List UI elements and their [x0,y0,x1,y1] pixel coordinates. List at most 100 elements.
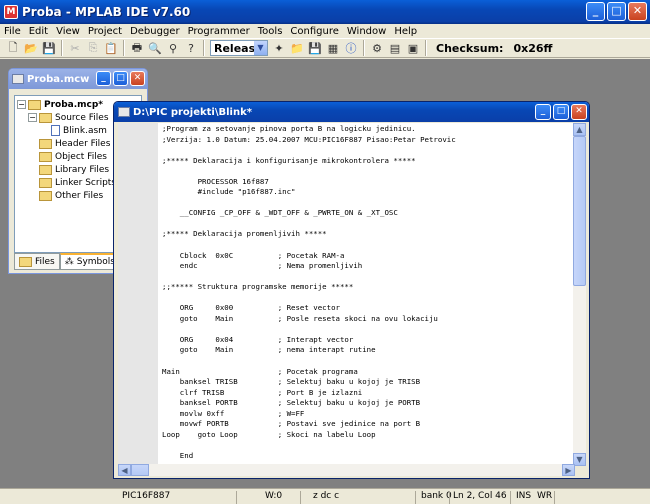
code-line[interactable]: End [162,451,456,462]
code-line[interactable] [162,219,456,230]
code-line[interactable] [162,440,456,451]
maximize-button[interactable]: □ [607,2,626,21]
code-editor[interactable]: ;Program za setovanje pinova porta B na … [118,123,575,466]
memory-icon[interactable]: ▤ [387,40,403,56]
tab-files[interactable]: Files [14,253,60,270]
code-line[interactable] [162,272,456,283]
copy-icon[interactable]: ⎘ [85,40,101,56]
open-folder-icon[interactable]: 📂 [23,40,39,56]
watch-icon[interactable]: ▣ [405,40,421,56]
menu-view[interactable]: View [52,26,84,37]
code-line[interactable]: Loop goto Loop ; Skoci na labelu Loop [162,430,456,441]
menu-window[interactable]: Window [343,26,390,37]
folder-icon [39,151,52,162]
chevron-down-icon[interactable]: ▼ [254,41,267,55]
code-line[interactable] [162,324,456,335]
scroll-left-icon[interactable]: ◀ [118,464,131,476]
paste-icon[interactable]: 📋 [103,40,119,56]
code-line[interactable]: clrf TRISB ; Port B je izlazni [162,388,456,399]
code-line[interactable] [162,145,456,156]
folder-icon [28,99,41,110]
horizontal-scroll-thumb[interactable] [131,464,149,476]
editor-gutter [118,123,158,466]
code-line[interactable] [162,240,456,251]
code-line[interactable]: goto Main ; Posle reseta skoci na ovu lo… [162,314,456,325]
checksum-label: Checksum: [436,41,504,55]
tab-symbols[interactable]: ⁂ Symbols [59,253,120,270]
new-project-icon[interactable]: ✦ [271,40,287,56]
vertical-scrollbar[interactable]: ▲ ▼ [573,123,586,466]
find-icon[interactable]: 🔍 [147,40,163,56]
menu-file[interactable]: File [0,26,25,37]
editor-maximize-button[interactable]: □ [553,104,569,120]
menu-tools[interactable]: Tools [254,26,287,37]
menu-debugger[interactable]: Debugger [126,26,184,37]
menubar: File Edit View Project Debugger Programm… [0,24,650,38]
menu-project[interactable]: Project [84,26,126,37]
editor-minimize-button[interactable]: _ [535,104,551,120]
code-line[interactable]: ORG 0x04 ; Interapt vector [162,335,456,346]
code-line[interactable]: banksel PORTB ; Selektuj baku u kojoj je… [162,398,456,409]
build-config-select[interactable]: Release ▼ [210,40,268,56]
code-line[interactable]: endc ; Nema promenljivih [162,261,456,272]
tree-item-label: Library Files [55,164,110,175]
app-titlebar[interactable]: M Proba - MPLAB IDE v7.60 _ □ ✕ [0,0,650,24]
code-line[interactable] [162,198,456,209]
code-line[interactable]: __CONFIG _CP_OFF & _WDT_OFF & _PWRTE_ON … [162,208,456,219]
horizontal-scrollbar[interactable]: ◀ ▶ [118,464,575,476]
vertical-scroll-thumb[interactable] [573,136,586,286]
editor-titlebar[interactable]: D:\PIC projekti\Blink* [114,102,589,122]
code-line[interactable]: Cblock 0x0C ; Pocetak RAM-a [162,251,456,262]
scroll-right-icon[interactable]: ▶ [562,464,575,476]
status-cursor-position: Ln 2, Col 46 [453,491,507,501]
menu-programmer[interactable]: Programmer [184,26,254,37]
folder-icon [19,256,32,267]
project-close-button[interactable]: ✕ [130,71,145,86]
save-project-icon[interactable]: 💾 [307,40,323,56]
make-icon[interactable]: ⚙ [369,40,385,56]
save-icon[interactable]: 💾 [41,40,57,56]
checksum-value: 0x26ff [513,41,553,55]
project-maximize-button[interactable]: □ [113,71,128,86]
source-code[interactable]: ;Program za setovanje pinova porta B na … [162,124,456,462]
code-line[interactable]: ;Verzija: 1.0 Datum: 25.04.2007 MCU:PIC1… [162,135,456,146]
code-line[interactable] [162,293,456,304]
code-line[interactable]: ;Program za setovanje pinova porta B na … [162,124,456,135]
code-line[interactable]: Main ; Pocetak programa [162,367,456,378]
code-line[interactable]: movlw 0xff ; W=FF [162,409,456,420]
editor-window[interactable]: D:\PIC projekti\Blink* _ □ ✕ ;Program za… [113,101,590,479]
tree-item-label: Other Files [55,190,104,201]
code-line[interactable]: goto Main ; nema interapt rutine [162,345,456,356]
code-line[interactable]: banksel TRISB ; Selektuj baku u kojoj je… [162,377,456,388]
code-line[interactable]: PROCESSOR 16f887 [162,177,456,188]
code-line[interactable]: ;***** Deklaracija i konfigurisanje mikr… [162,156,456,167]
editor-close-button[interactable]: ✕ [571,104,587,120]
code-line[interactable]: movwf PORTB ; Postavi sve jedinice na po… [162,419,456,430]
info-icon[interactable]: ⓘ [343,40,359,56]
menu-edit[interactable]: Edit [25,26,52,37]
status-w-register: W:0 [265,491,283,501]
help-icon[interactable]: ? [183,40,199,56]
tree-item-label: Object Files [55,151,107,162]
cut-icon[interactable]: ✂ [67,40,83,56]
minimize-button[interactable]: _ [586,2,605,21]
collapse-icon[interactable]: − [28,113,37,122]
code-line[interactable]: #include "p16f887.inc" [162,187,456,198]
project-minimize-button[interactable]: _ [96,71,111,86]
code-line[interactable]: ORG 0x00 ; Reset vector [162,303,456,314]
scroll-up-icon[interactable]: ▲ [573,123,586,136]
code-line[interactable] [162,356,456,367]
collapse-icon[interactable]: − [17,100,26,109]
code-line[interactable] [162,166,456,177]
open-project-icon[interactable]: 📁 [289,40,305,56]
code-line[interactable]: ;***** Deklaracija promenljivih ***** [162,229,456,240]
menu-help[interactable]: Help [390,26,421,37]
build-icon[interactable]: ▦ [325,40,341,56]
folder-icon [39,177,52,188]
print-icon[interactable]: 🖶 [129,40,145,56]
close-button[interactable]: ✕ [628,2,647,21]
new-file-icon[interactable]: 🗋 [5,40,21,56]
find-in-files-icon[interactable]: ⚲ [165,40,181,56]
menu-configure[interactable]: Configure [286,26,342,37]
code-line[interactable]: ;;***** Struktura programske memorije **… [162,282,456,293]
